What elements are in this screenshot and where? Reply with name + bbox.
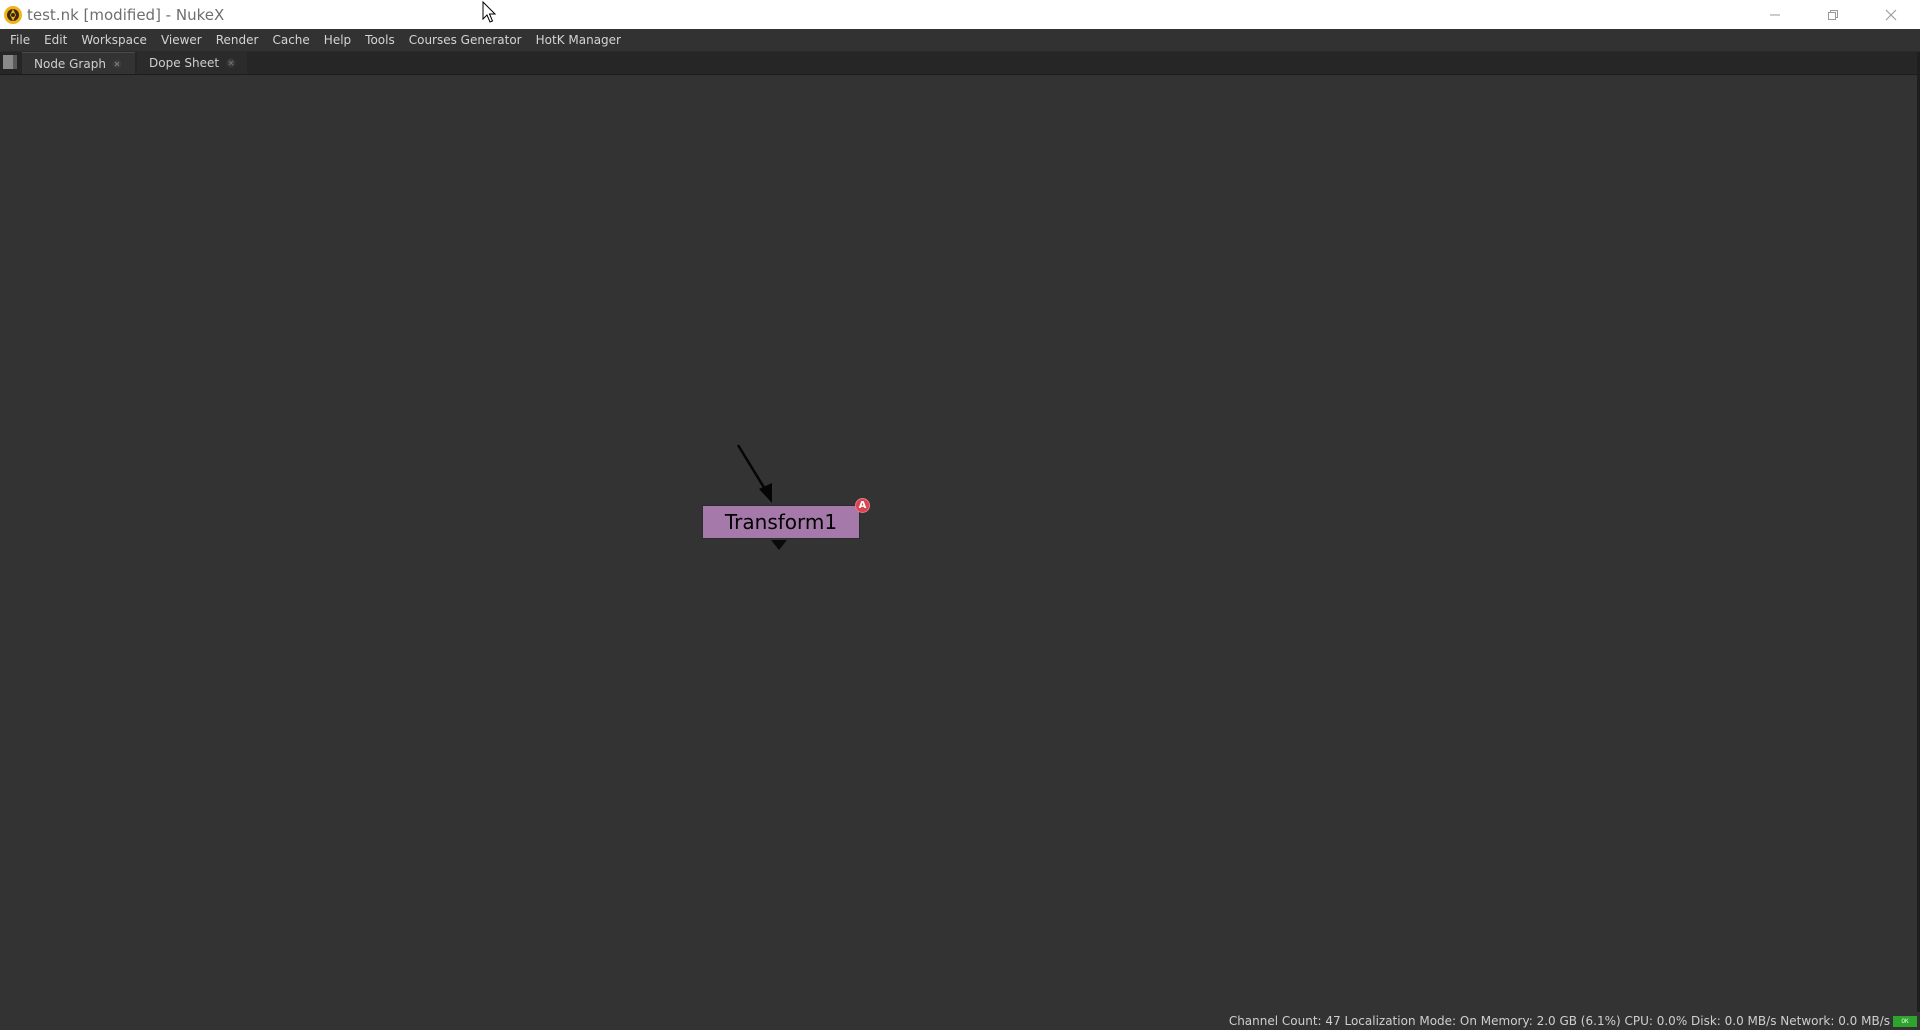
title-bar[interactable]: test.nk [modified] - NukeX: [0, 0, 1920, 29]
menu-hotk-manager[interactable]: HotK Manager: [529, 29, 628, 51]
status-bar: Channel Count: 47 Localization Mode: On …: [0, 1012, 1920, 1030]
nukex-window: test.nk [modified] - NukeX File Edit Wor…: [0, 0, 1920, 1030]
tab-close-icon[interactable]: [112, 59, 122, 69]
node-output-arrow-icon[interactable]: [771, 540, 787, 550]
status-text: Channel Count: 47 Localization Mode: On …: [1228, 1014, 1890, 1028]
menu-edit[interactable]: Edit: [37, 29, 74, 51]
menu-courses-generator[interactable]: Courses Generator: [402, 29, 529, 51]
status-ok-indicator: OK: [1893, 1016, 1917, 1027]
menu-file[interactable]: File: [0, 29, 37, 51]
menu-render[interactable]: Render: [209, 29, 266, 51]
menu-cache[interactable]: Cache: [265, 29, 316, 51]
window-controls: [1746, 0, 1920, 29]
tab-dope-sheet[interactable]: Dope Sheet: [137, 52, 247, 74]
restore-button[interactable]: [1804, 0, 1862, 29]
nuke-logo-icon: [4, 5, 22, 24]
node-label: Transform1: [724, 510, 838, 534]
tab-node-graph-label: Node Graph: [34, 56, 106, 71]
close-icon: [1885, 9, 1897, 20]
mouse-cursor-icon: [482, 1, 497, 23]
close-button[interactable]: [1862, 0, 1920, 29]
tab-node-graph[interactable]: Node Graph: [22, 52, 135, 74]
minimize-button[interactable]: [1746, 0, 1804, 29]
window-title: test.nk [modified] - NukeX: [27, 5, 225, 24]
menu-bar: File Edit Workspace Viewer Render Cache …: [0, 29, 1920, 52]
node-indicator-badge: A: [855, 498, 870, 513]
node-graph-canvas[interactable]: [0, 75, 1917, 1012]
tab-close-icon[interactable]: [226, 58, 236, 68]
minimize-icon: [1770, 14, 1780, 15]
tab-dope-sheet-label: Dope Sheet: [149, 56, 220, 70]
menu-tools[interactable]: Tools: [358, 29, 402, 51]
menu-workspace[interactable]: Workspace: [74, 29, 154, 51]
menu-viewer[interactable]: Viewer: [154, 29, 209, 51]
restore-icon: [1828, 9, 1838, 20]
pane-tab-bar: Node Graph Dope Sheet: [0, 52, 1920, 75]
pane-menu-handle-icon[interactable]: [3, 55, 17, 69]
node-transform1[interactable]: Transform1: [702, 505, 860, 539]
menu-help[interactable]: Help: [317, 29, 358, 51]
